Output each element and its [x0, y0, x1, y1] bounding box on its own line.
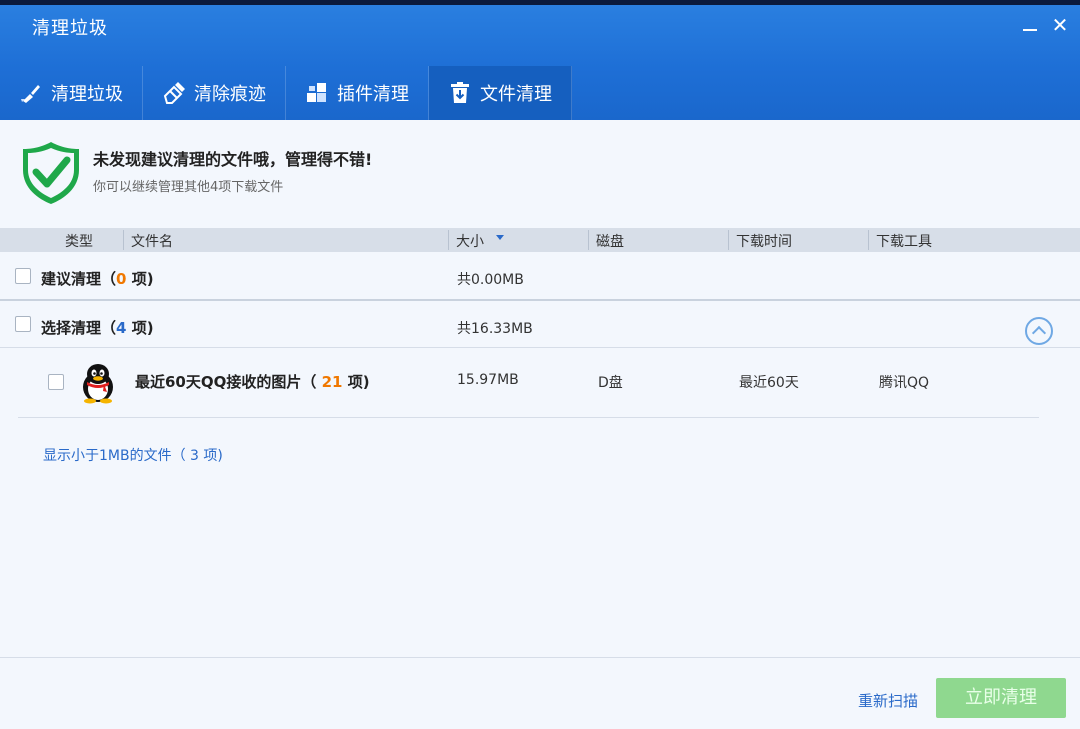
clean-now-button[interactable]: 立即清理: [936, 678, 1066, 718]
qq-penguin-icon: [83, 364, 113, 404]
paren: （: [101, 319, 117, 337]
row-divider: [18, 417, 1039, 418]
column-header: 类型 文件名 大小 磁盘 下载时间 下载工具: [0, 228, 1080, 252]
item-checkbox[interactable]: [48, 374, 64, 390]
column-divider: [123, 230, 124, 250]
count-suffix: 项): [126, 319, 154, 337]
collapse-group-button[interactable]: [1025, 317, 1053, 345]
column-download-time[interactable]: 下载时间: [736, 231, 792, 251]
item-time: 最近60天: [739, 375, 799, 391]
group-count: 4: [116, 319, 127, 337]
plugin-icon: [307, 83, 326, 102]
column-filename[interactable]: 文件名: [131, 231, 173, 251]
item-size: 15.97MB: [457, 372, 519, 388]
group-suggested-label: 建议清理（0 项): [41, 268, 154, 289]
paren: （: [301, 373, 322, 391]
group-selected-checkbox[interactable]: [15, 316, 31, 332]
group-selected-total: 共16.33MB: [457, 321, 533, 337]
group-suggested-checkbox[interactable]: [15, 268, 31, 284]
trash-download-icon: [451, 82, 469, 103]
count-suffix: 项): [126, 270, 154, 288]
result-banner: [0, 120, 1080, 228]
broom-icon: [21, 85, 40, 103]
minimize-button[interactable]: [1018, 13, 1042, 37]
tab-label: 插件清理: [337, 84, 409, 105]
item-count: 21: [321, 373, 343, 391]
window-title: 清理垃圾: [32, 18, 108, 39]
column-divider: [588, 230, 589, 250]
count-suffix: 项): [342, 373, 370, 391]
close-icon: ✕: [1051, 13, 1069, 37]
group-name: 建议清理: [41, 270, 102, 288]
group-selected-label: 选择清理（4 项): [41, 317, 154, 338]
row-divider: [0, 299, 1080, 301]
show-small-files-link[interactable]: 显示小于1MB的文件（ 3 项): [43, 445, 223, 465]
item-name: 最近60天QQ接收的图片（ 21 项): [135, 371, 370, 392]
eraser-icon: [163, 82, 185, 104]
column-type[interactable]: 类型: [65, 231, 93, 251]
paren: （: [101, 270, 117, 288]
column-size[interactable]: 大小: [456, 231, 484, 251]
row-divider: [0, 347, 1080, 348]
column-disk[interactable]: 磁盘: [596, 231, 624, 251]
column-divider: [728, 230, 729, 250]
item-title: 最近60天QQ接收的图片: [135, 373, 302, 391]
tab-bar: 清理垃圾 清除痕迹 插件清理 文件清理: [0, 66, 572, 120]
group-name: 选择清理: [41, 319, 102, 337]
shield-check-icon: [23, 142, 79, 204]
column-divider: [868, 230, 869, 250]
tab-label: 清除痕迹: [194, 84, 266, 105]
group-count: 0: [116, 270, 127, 288]
banner-title: 未发现建议清理的文件哦，管理得不错!: [93, 150, 373, 169]
tab-file-clean[interactable]: 文件清理: [429, 66, 572, 120]
chevron-up-icon: [1031, 325, 1047, 341]
tab-plugin-clean[interactable]: 插件清理: [286, 66, 429, 120]
sort-desc-icon: [496, 235, 504, 240]
tab-clean-junk[interactable]: 清理垃圾: [0, 66, 143, 120]
tab-label: 文件清理: [480, 84, 552, 105]
close-button[interactable]: ✕: [1048, 13, 1072, 37]
minimize-icon: [1023, 29, 1037, 31]
tab-clear-traces[interactable]: 清除痕迹: [143, 66, 286, 120]
item-tool: 腾讯QQ: [879, 375, 930, 391]
tab-label: 清理垃圾: [51, 84, 123, 105]
column-download-tool[interactable]: 下载工具: [876, 231, 932, 251]
window-header: 清理垃圾 ✕ 清理垃圾 清除痕迹 插件清理 文件清理: [0, 5, 1080, 120]
column-divider: [448, 230, 449, 250]
rescan-link[interactable]: 重新扫描: [858, 690, 918, 711]
banner-subtitle: 你可以继续管理其他4项下载文件: [93, 180, 284, 195]
group-suggested-total: 共0.00MB: [457, 272, 524, 288]
item-disk: D盘: [598, 375, 623, 391]
